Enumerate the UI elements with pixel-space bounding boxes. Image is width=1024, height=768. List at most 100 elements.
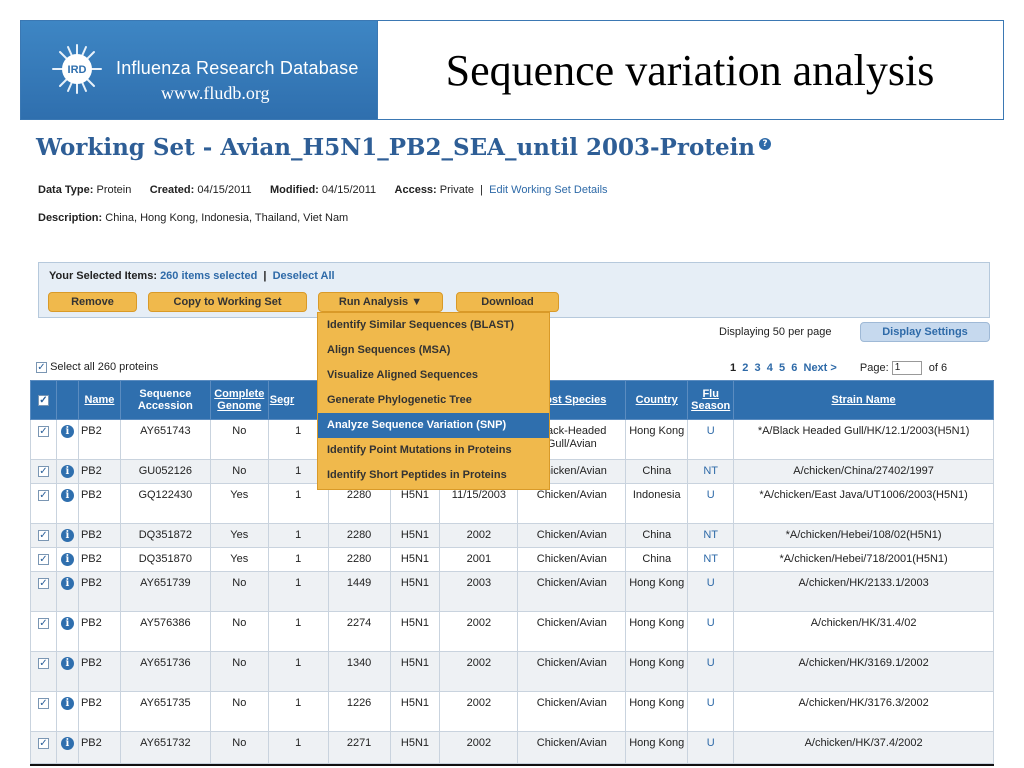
row-info-icon[interactable]: i [55, 547, 79, 572]
row-info-icon[interactable]: i [55, 459, 79, 484]
header-flu-season[interactable]: Flu Season [687, 380, 735, 420]
row-select-checkbox[interactable]: ✓ [37, 489, 49, 501]
cell-strain-name: A/chicken/HK/3169.1/2002 [733, 651, 994, 692]
row-info-icon[interactable]: i [55, 419, 79, 460]
menu-item-visualize[interactable]: Visualize Aligned Sequences [318, 363, 549, 388]
cell-complete-genome: Yes [209, 523, 269, 548]
row-info-icon[interactable]: i [55, 731, 79, 764]
info-icon[interactable]: i [60, 489, 74, 502]
cell-strain-name: *A/Black Headed Gull/HK/12.1/2003(H5N1) [733, 419, 994, 460]
menu-item-snp[interactable]: Analyze Sequence Variation (SNP) [318, 413, 549, 438]
display-settings-button[interactable]: Display Settings [860, 322, 990, 342]
info-icon[interactable]: i [60, 617, 74, 630]
row-info-icon[interactable]: i [55, 523, 79, 548]
deselect-all-link[interactable]: Deselect All [273, 270, 335, 282]
row-checkbox[interactable]: ✓ [30, 731, 57, 764]
download-button[interactable]: Download [456, 292, 559, 312]
row-info-icon[interactable]: i [55, 483, 79, 524]
row-info-icon[interactable]: i [55, 651, 79, 692]
cell-collection-date: 2002 [439, 523, 519, 548]
copy-to-working-set-button[interactable]: Copy to Working Set [148, 292, 307, 312]
cell-name: PB2 [77, 611, 121, 652]
help-icon[interactable]: ? [759, 138, 772, 151]
cell-complete-genome: No [209, 459, 269, 484]
row-checkbox[interactable]: ✓ [30, 523, 57, 548]
row-select-checkbox[interactable]: ✓ [37, 529, 49, 541]
row-checkbox[interactable]: ✓ [30, 611, 57, 652]
header-checkbox[interactable]: ✓ [37, 394, 49, 406]
row-select-checkbox[interactable]: ✓ [37, 737, 49, 749]
menu-item-phylo-tree[interactable]: Generate Phylogenetic Tree [318, 388, 549, 413]
table-row[interactable]: ✓ i PB2 DQ351872 Yes 1 2280 H5N1 2002 Chicken/Avi… [30, 523, 994, 548]
cell-name: PB2 [77, 483, 121, 524]
info-icon[interactable]: i [60, 529, 74, 542]
table-row[interactable]: ✓ i PB2 AY576386 No 1 2274 H5N1 2002 Chicken/Avia… [30, 611, 994, 652]
run-analysis-button[interactable]: Run Analysis ▼ [318, 292, 443, 312]
info-icon[interactable]: i [60, 697, 74, 710]
table-row[interactable]: ✓ i PB2 AY651736 No 1 1340 H5N1 2002 Chicken/Avia… [30, 651, 994, 692]
header-complete-genome[interactable]: Complete Genome [209, 380, 269, 420]
cell-flu-season: U [687, 611, 735, 652]
cell-country: Indonesia [625, 483, 689, 524]
remove-button[interactable]: Remove [48, 292, 137, 312]
info-icon[interactable]: i [60, 465, 74, 478]
page-link-6[interactable]: 6 [791, 362, 797, 374]
row-select-checkbox[interactable]: ✓ [37, 697, 49, 709]
menu-item-msa[interactable]: Align Sequences (MSA) [318, 338, 549, 363]
info-icon[interactable]: i [60, 737, 74, 750]
info-icon[interactable]: i [60, 657, 74, 670]
row-checkbox[interactable]: ✓ [30, 483, 57, 524]
table-row[interactable]: ✓ i PB2 AY651739 No 1 1449 H5N1 2003 Chicken/Avia… [30, 571, 994, 612]
header-country[interactable]: Country [625, 380, 689, 420]
site-url[interactable]: www.fludb.org [161, 83, 270, 104]
table-row[interactable]: ✓ i PB2 AY651735 No 1 1226 H5N1 2002 Chicken/Avia… [30, 691, 994, 732]
page-label: Page: [859, 361, 889, 374]
row-checkbox[interactable]: ✓ [30, 459, 57, 484]
header-info [55, 380, 79, 420]
info-icon[interactable]: i [60, 425, 74, 438]
page-link-1[interactable]: 1 [730, 362, 736, 374]
row-select-checkbox[interactable]: ✓ [37, 617, 49, 629]
row-checkbox[interactable]: ✓ [30, 547, 57, 572]
page-number-input[interactable]: 1 [891, 361, 922, 375]
page-title: Working Set - Avian_H5N1_PB2_SEA_until 2… [36, 134, 772, 161]
header-accession: Sequence Accession [119, 380, 211, 420]
select-all-checkbox[interactable]: ✓ [36, 361, 47, 373]
row-select-checkbox[interactable]: ✓ [37, 577, 49, 589]
info-icon[interactable]: i [60, 553, 74, 566]
row-info-icon[interactable]: i [55, 571, 79, 612]
cell-country: China [625, 459, 689, 484]
cell-segment: 1 [267, 547, 329, 572]
menu-item-blast[interactable]: Identify Similar Sequences (BLAST) [318, 313, 549, 338]
page-link-5[interactable]: 5 [779, 362, 785, 374]
header-name[interactable]: Name [77, 380, 121, 420]
row-checkbox[interactable]: ✓ [30, 419, 57, 460]
table-row[interactable]: ✓ i PB2 DQ351870 Yes 1 2280 H5N1 2001 Chicken/Avi… [30, 547, 994, 572]
row-checkbox[interactable]: ✓ [30, 651, 57, 692]
edit-working-set-link[interactable]: Edit Working Set Details [489, 184, 607, 196]
cell-complete-genome: No [209, 611, 269, 652]
row-select-checkbox[interactable]: ✓ [37, 553, 49, 565]
header-strain-name[interactable]: Strain Name [733, 380, 994, 420]
ird-brand-panel[interactable]: IRD Influenza Research Database www.flud… [21, 21, 378, 119]
header-select[interactable]: ✓ [30, 380, 57, 420]
page-link-3[interactable]: 3 [755, 362, 761, 374]
menu-item-short-peptides[interactable]: Identify Short Peptides in Proteins [318, 463, 549, 488]
row-select-checkbox[interactable]: ✓ [37, 465, 49, 477]
next-page-link[interactable]: Next > [804, 362, 837, 374]
row-select-checkbox[interactable]: ✓ [37, 425, 49, 437]
page-link-4[interactable]: 4 [767, 362, 773, 374]
menu-item-point-mutations[interactable]: Identify Point Mutations in Proteins [318, 438, 549, 463]
cell-segment: 1 [267, 731, 329, 764]
row-select-checkbox[interactable]: ✓ [37, 657, 49, 669]
row-info-icon[interactable]: i [55, 611, 79, 652]
cell-name: PB2 [77, 571, 121, 612]
row-checkbox[interactable]: ✓ [30, 571, 57, 612]
cell-country: China [625, 547, 689, 572]
svg-text:IRD: IRD [68, 64, 87, 76]
info-icon[interactable]: i [60, 577, 74, 590]
table-row[interactable]: ✓ i PB2 AY651732 No 1 2271 H5N1 2002 Chicken/Avia… [30, 731, 994, 764]
row-checkbox[interactable]: ✓ [30, 691, 57, 732]
row-info-icon[interactable]: i [55, 691, 79, 732]
page-link-2[interactable]: 2 [742, 362, 748, 374]
